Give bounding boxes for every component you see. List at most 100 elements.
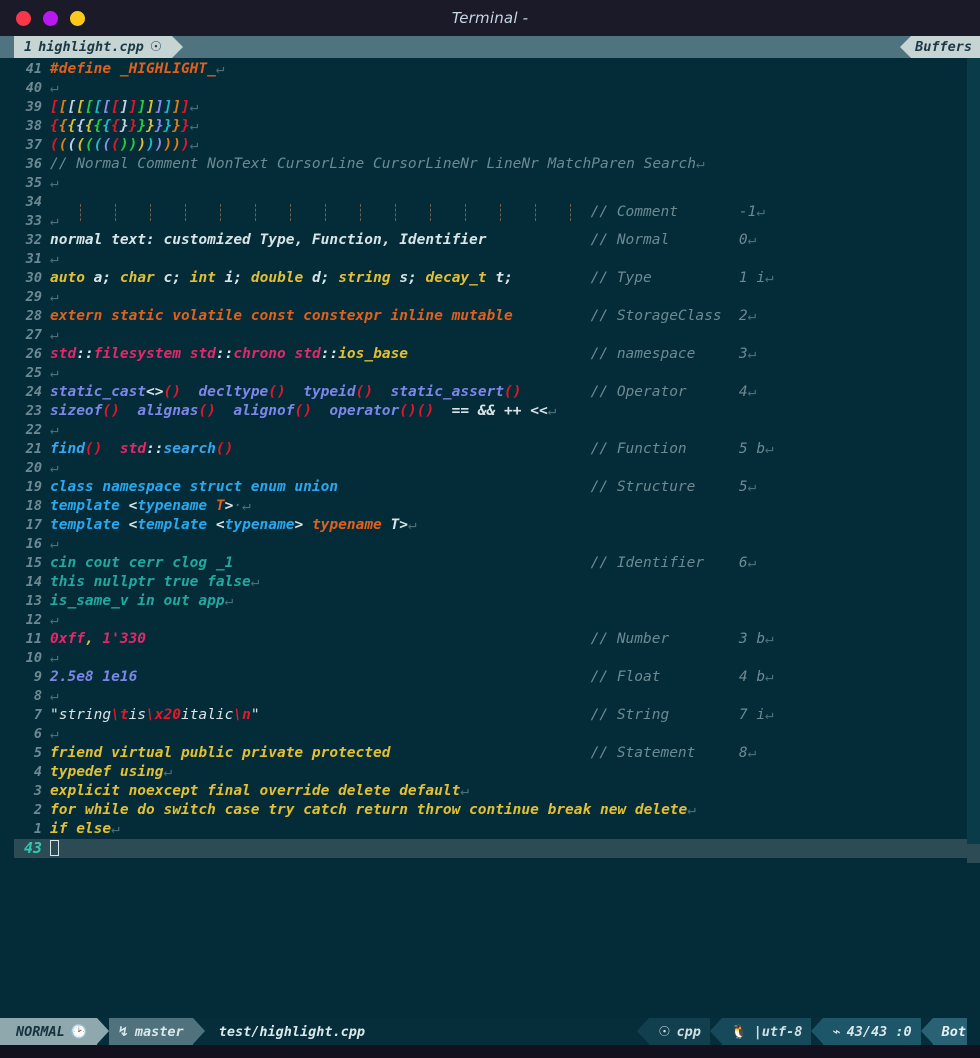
code-token: } <box>181 118 190 134</box>
trailing-comment: // StorageClass <box>590 308 722 324</box>
code-line-row[interactable]: 18 template <typename T>·↵ <box>14 497 980 516</box>
code-token: #define _HIGHLIGHT_ <box>50 61 216 77</box>
line-number: 12 <box>25 612 42 628</box>
code-line-row[interactable]: 31 ↵ <box>14 250 980 269</box>
code-line-row[interactable]: 30 auto a; char c; int i; double d; strin… <box>14 269 980 288</box>
line-content: 0xff, 1'330 // Number 3 b ↵ <box>50 630 980 649</box>
code-line-row[interactable]: 25 ↵ <box>14 364 980 383</box>
code-line-row[interactable]: 1 if else↵ <box>14 820 980 839</box>
code-line-row[interactable]: 24 static_cast<>() decltype() typeid() st… <box>14 383 980 402</box>
scrollbar[interactable] <box>967 58 980 1045</box>
line-content: typedef using↵ <box>50 763 980 782</box>
code-line-row[interactable]: 14 this nullptr true false↵ <box>14 573 980 592</box>
tab-highlight-cpp[interactable]: 1 highlight.cpp ☉ <box>14 36 172 58</box>
code-area[interactable]: 41 #define _HIGHLIGHT_↵ 40 ↵ 39[[[[[[[[]]]]]… <box>14 58 980 1018</box>
code-line-row[interactable]: 13 is_same_v in out app↵ <box>14 592 980 611</box>
code-token: ↵ <box>50 213 59 229</box>
code-line-row[interactable]: 27 ↵ <box>14 326 980 345</box>
code-line-row[interactable]: 38 {{{{{{{{}}}}}}}}↵ <box>14 117 980 136</box>
trailing-comment-value: 3 <box>738 346 748 362</box>
code-line-row[interactable]: 32 normal text: customized Type, Function… <box>14 231 980 250</box>
code-line-row[interactable]: 26 std::filesystem std::chrono std::ios_b… <box>14 345 980 364</box>
code-line-row[interactable]: 2 for while do switch case try catch retu… <box>14 801 980 820</box>
code-line-row[interactable]: 23 sizeof() alignas() alignof() operator(… <box>14 402 980 421</box>
code-token: decay_t <box>425 270 487 286</box>
code-line-row[interactable]: 12 ↵ <box>14 611 980 630</box>
code-token: d; <box>311 270 330 286</box>
code-line-row[interactable]: 36 // Normal Comment NonText CursorLine C… <box>14 155 980 174</box>
code-token: } <box>163 118 173 134</box>
trailing-comment: // Float <box>590 669 661 685</box>
code-line-row[interactable]: 41 #define _HIGHLIGHT_↵ <box>14 60 980 79</box>
cursor-line-row[interactable]: 43 <box>14 839 980 858</box>
line-number: 10 <box>25 650 42 666</box>
line-content: normal text: customized Type, Function, … <box>50 231 980 250</box>
code-token: ( <box>76 137 85 153</box>
code-token: i; <box>224 270 243 286</box>
code-line-row[interactable]: 3 explicit noexcept final override delete… <box>14 782 980 801</box>
code-line-row[interactable]: 20 ↵ <box>14 459 980 478</box>
code-line-row[interactable]: 22 ↵ <box>14 421 980 440</box>
code-token: < <box>128 498 138 514</box>
code-token: :: <box>146 441 164 457</box>
code-line-row[interactable]: 10 ↵ <box>14 649 980 668</box>
eol-marker: ↵ <box>747 555 757 571</box>
code-token: typename <box>224 517 295 533</box>
code-line-row[interactable]: 29 ↵ <box>14 288 980 307</box>
code-line-row[interactable]: 5 friend virtual public private protected… <box>14 744 980 763</box>
code-line-row[interactable]: 4 typedef using↵ <box>14 763 980 782</box>
code-token: () <box>198 403 216 419</box>
line-content: // Normal Comment NonText CursorLine Cur… <box>50 155 980 174</box>
code-token: ) <box>163 137 173 153</box>
line-content <box>50 839 980 858</box>
code-token: search <box>163 441 216 457</box>
code-line-row[interactable]: 28 extern static volatile const constexpr… <box>14 307 980 326</box>
code-token: ↵ <box>189 99 199 115</box>
code-line-row[interactable]: 33 ↵ <box>14 212 980 231</box>
code-line-row[interactable]: 6 ↵ <box>14 725 980 744</box>
code-line-row[interactable]: 40 ↵ <box>14 79 980 98</box>
line-number: 14 <box>25 574 42 590</box>
code-line-row[interactable]: 35 ↵ <box>14 174 980 193</box>
trailing-comment-value: 0 <box>738 232 748 248</box>
code-line-row[interactable]: 8 ↵ <box>14 687 980 706</box>
trailing-comment: // String <box>590 707 670 723</box>
code-line-row[interactable]: 7 "string\tis\x20italic\n" // String 7 i ↵ <box>14 706 980 725</box>
window-bottom-padding <box>0 1045 980 1058</box>
line-number: 4 <box>33 764 42 780</box>
status-encoding: 🐧 |utf-8 <box>721 1018 812 1045</box>
code-line-row[interactable]: 15 cin cout cerr clog _1 // Identifier 6 ↵ <box>14 554 980 573</box>
code-line-row[interactable]: 17 template <template <typename> typename… <box>14 516 980 535</box>
code-token: this nullptr true false <box>50 574 251 590</box>
code-line-row[interactable]: 9 2.5e8 1e16 // Float 4 b ↵ <box>14 668 980 687</box>
window-titlebar: Terminal - <box>0 0 980 36</box>
code-line-row[interactable]: 21 find() std::search()// Function 5 b ↵ <box>14 440 980 459</box>
line-content: ↵ <box>50 79 980 98</box>
buffers-label[interactable]: Buffers <box>911 36 980 58</box>
code-line-row[interactable]: 37 (((((((())))))))↵ <box>14 136 980 155</box>
line-content: template <typename T>·↵ <box>50 497 980 516</box>
code-line-row[interactable]: 16 ↵ <box>14 535 980 554</box>
code-token: ] <box>163 99 173 115</box>
code-token: () <box>215 441 234 457</box>
code-token: ) <box>137 137 147 153</box>
code-line-row[interactable]: 11 0xff, 1'330 // Number 3 b ↵ <box>14 630 980 649</box>
code-token: 1'330 <box>102 631 147 647</box>
trailing-comment: // Identifier <box>590 555 705 571</box>
code-line-row[interactable]: 39 [[[[[[[[]]]]]]]]↵ <box>14 98 980 117</box>
code-token: 2.5e8 1e16 <box>50 669 138 685</box>
status-branch-label: master <box>134 1023 184 1040</box>
status-arrow-5 <box>811 1018 824 1044</box>
code-token: a; <box>93 270 112 286</box>
code-token: ↵ <box>224 593 234 609</box>
line-number: 24 <box>25 384 42 400</box>
code-line-row[interactable]: 34// Comment -1 ↵ <box>14 193 980 221</box>
code-line-row[interactable]: 19 class namespace struct enum union // St… <box>14 478 980 497</box>
code-token: ↵ <box>547 403 557 419</box>
window-title: Terminal - <box>451 9 529 27</box>
